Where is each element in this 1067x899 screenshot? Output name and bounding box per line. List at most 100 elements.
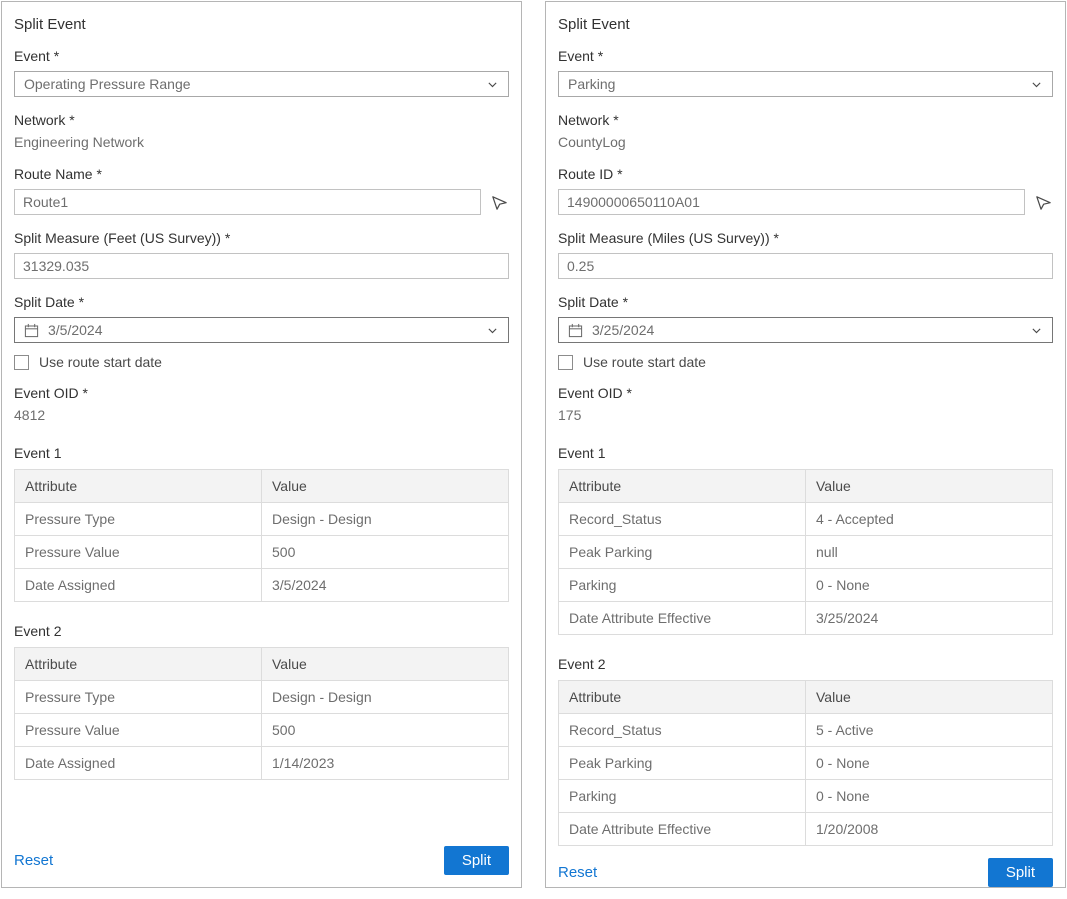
panel-title: Split Event (14, 16, 509, 33)
table-cell: Pressure Type (15, 503, 262, 536)
table-body: Pressure TypeDesign - DesignPressure Val… (15, 681, 509, 780)
use-route-start-date-label: Use route start date (583, 354, 706, 370)
table-cell: Date Attribute Effective (559, 602, 806, 635)
event1-table: Attribute Value Record_Status4 - Accepte… (558, 469, 1053, 635)
column-header-attribute: Attribute (15, 648, 262, 681)
measure-input[interactable] (14, 253, 509, 279)
event2-table: Attribute Value Pressure TypeDesign - De… (14, 647, 509, 780)
event1-title: Event 1 (558, 445, 1053, 461)
event-oid-value: 175 (558, 406, 1053, 424)
column-header-value: Value (262, 470, 509, 503)
event-select[interactable]: Parking (558, 71, 1053, 97)
network-value: CountyLog (558, 133, 1053, 151)
route-input[interactable] (558, 189, 1025, 215)
table-cell: 0 - None (806, 780, 1053, 813)
panel-body: Split Event Event * Parking Network * Co… (546, 2, 1065, 846)
route-row (14, 189, 509, 215)
event-label: Event * (558, 48, 1053, 64)
event2-table: Attribute Value Record_Status5 - ActiveP… (558, 680, 1053, 846)
panel-footer: Reset Split (546, 846, 1065, 899)
chevron-down-icon (486, 324, 499, 337)
table-cell: 500 (262, 714, 509, 747)
table-cell: Pressure Value (15, 536, 262, 569)
event2-title: Event 2 (14, 623, 509, 639)
table-row: Peak Parking0 - None (559, 747, 1053, 780)
chevron-down-icon (1030, 78, 1043, 91)
column-header-value: Value (262, 648, 509, 681)
use-route-start-date-row: Use route start date (14, 354, 509, 370)
panel-title: Split Event (558, 16, 1053, 33)
split-button[interactable]: Split (444, 846, 509, 875)
table-cell: Design - Design (262, 503, 509, 536)
date-value: 3/5/2024 (48, 322, 486, 338)
measure-input[interactable] (558, 253, 1053, 279)
table-cell: null (806, 536, 1053, 569)
measure-label: Split Measure (Feet (US Survey)) * (14, 230, 509, 246)
table-row: Record_Status5 - Active (559, 714, 1053, 747)
reset-button[interactable]: Reset (14, 852, 53, 869)
table-cell: 4 - Accepted (806, 503, 1053, 536)
calendar-icon (24, 323, 39, 338)
table-cell: Parking (559, 569, 806, 602)
event1-title: Event 1 (14, 445, 509, 461)
table-row: Pressure Value500 (15, 714, 509, 747)
table-cell: Parking (559, 780, 806, 813)
table-row: Parking0 - None (559, 569, 1053, 602)
map-pointer-icon[interactable] (490, 193, 509, 212)
date-picker[interactable]: 3/25/2024 (558, 317, 1053, 343)
network-value: Engineering Network (14, 133, 509, 151)
date-picker[interactable]: 3/5/2024 (14, 317, 509, 343)
table-row: Pressure TypeDesign - Design (15, 681, 509, 714)
table-cell: 3/25/2024 (806, 602, 1053, 635)
use-route-start-date-label: Use route start date (39, 354, 162, 370)
table-header-row: Attribute Value (15, 470, 509, 503)
event-select[interactable]: Operating Pressure Range (14, 71, 509, 97)
table-cell: Pressure Value (15, 714, 262, 747)
event-label: Event * (14, 48, 509, 64)
table-cell: 3/5/2024 (262, 569, 509, 602)
column-header-value: Value (806, 470, 1053, 503)
reset-button[interactable]: Reset (558, 864, 597, 881)
split-button[interactable]: Split (988, 858, 1053, 887)
event-oid-value: 4812 (14, 406, 509, 424)
event-select-value: Operating Pressure Range (24, 76, 191, 92)
map-pointer-icon[interactable] (1034, 193, 1053, 212)
table-row: Parking0 - None (559, 780, 1053, 813)
event-oid-label: Event OID * (558, 385, 1053, 401)
chevron-down-icon (1030, 324, 1043, 337)
event2-title: Event 2 (558, 656, 1053, 672)
use-route-start-date-checkbox[interactable] (14, 355, 29, 370)
table-row: Date Assigned3/5/2024 (15, 569, 509, 602)
table-header-row: Attribute Value (559, 681, 1053, 714)
column-header-attribute: Attribute (15, 470, 262, 503)
table-header-row: Attribute Value (15, 648, 509, 681)
table-cell: Record_Status (559, 503, 806, 536)
table-cell: Peak Parking (559, 536, 806, 569)
table-cell: 500 (262, 536, 509, 569)
table-cell: Peak Parking (559, 747, 806, 780)
table-row: Date Attribute Effective1/20/2008 (559, 813, 1053, 846)
use-route-start-date-checkbox[interactable] (558, 355, 573, 370)
network-label: Network * (14, 112, 509, 128)
route-input[interactable] (14, 189, 481, 215)
table-header-row: Attribute Value (559, 470, 1053, 503)
date-label: Split Date * (558, 294, 1053, 310)
table-row: Date Assigned1/14/2023 (15, 747, 509, 780)
table-cell: 0 - None (806, 569, 1053, 602)
split-event-panel-right: Split Event Event * Parking Network * Co… (545, 1, 1066, 888)
table-cell: Date Assigned (15, 569, 262, 602)
event-oid-label: Event OID * (14, 385, 509, 401)
column-header-value: Value (806, 681, 1053, 714)
table-cell: 0 - None (806, 747, 1053, 780)
column-header-attribute: Attribute (559, 681, 806, 714)
table-cell: Date Attribute Effective (559, 813, 806, 846)
column-header-attribute: Attribute (559, 470, 806, 503)
event1-table: Attribute Value Pressure TypeDesign - De… (14, 469, 509, 602)
date-label: Split Date * (14, 294, 509, 310)
route-label: Route Name * (14, 166, 509, 182)
panel-footer: Reset Split (2, 834, 521, 887)
network-label: Network * (558, 112, 1053, 128)
event-select-value: Parking (568, 76, 615, 92)
panel-body: Split Event Event * Operating Pressure R… (2, 2, 521, 834)
table-cell: Date Assigned (15, 747, 262, 780)
